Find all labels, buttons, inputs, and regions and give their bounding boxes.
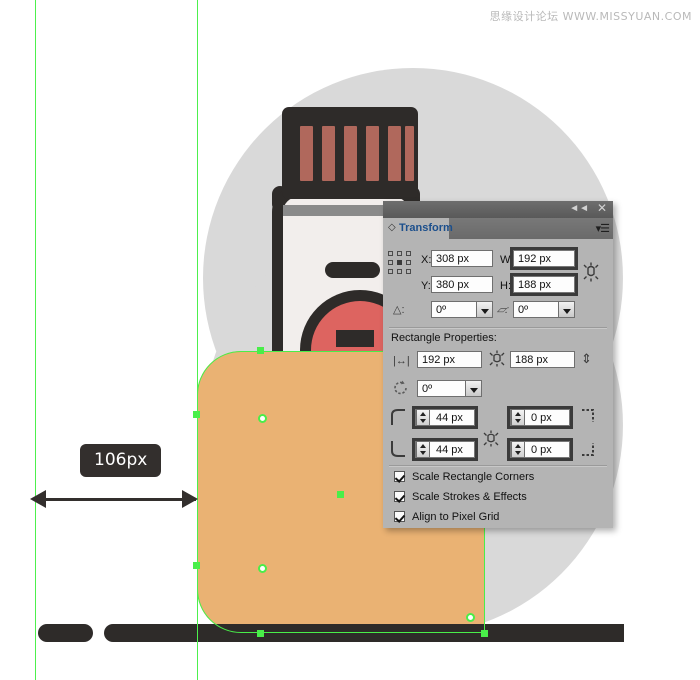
link-corner-radii-icon[interactable] [482, 429, 500, 449]
checkbox-align-to-pixel-grid[interactable] [394, 511, 405, 522]
measurement-line [36, 498, 196, 501]
w-input[interactable]: 192 px [513, 250, 575, 267]
cap-slot [300, 126, 313, 181]
rectangle-properties-title: Rectangle Properties: [391, 332, 497, 344]
h-input[interactable]: 188 px [513, 276, 575, 293]
selection-anchor-top[interactable] [257, 347, 264, 354]
transform-panel-body: X: 308 px W: 192 px Y: 380 px H: 188 px [383, 239, 613, 528]
shear-angle-value: 0º [518, 304, 529, 316]
corner-radius-top-left-stepper[interactable] [416, 409, 430, 426]
rect-width-icon: |↔| [393, 355, 410, 367]
transform-panel[interactable]: ◄◄ ✕ ◇ Transform ▾☰ X: 308 px W: 192 px … [383, 201, 613, 528]
label-scale-rectangle-corners: Scale Rectangle Corners [412, 471, 535, 483]
measurement-label: 106px [80, 444, 162, 477]
arrow-head-right-icon [182, 490, 198, 508]
corner-radius-widget-bottom-right[interactable] [466, 613, 475, 622]
arrow-head-left-icon [30, 490, 46, 508]
guide-vertical-left[interactable] [35, 0, 36, 680]
rotate-angle-input[interactable]: 0º [431, 301, 493, 318]
cap-slot [344, 126, 357, 181]
selection-center-point[interactable] [337, 491, 344, 498]
tab-transform[interactable]: ◇ Transform [383, 218, 453, 239]
corner-radius-bottom-right-stepper[interactable] [511, 441, 525, 458]
corner-top-left-icon [389, 407, 409, 427]
checkbox-scale-rectangle-corners[interactable] [394, 471, 405, 482]
rect-height-icon: ⇕ [581, 351, 592, 366]
reference-point-grid-icon[interactable] [388, 251, 414, 277]
panel-title-bar[interactable]: ◄◄ ✕ [383, 201, 613, 219]
x-label: X: [421, 254, 432, 266]
watermark-text: 思缘设计论坛 WWW.MISSYUAN.COM [489, 10, 692, 23]
shear-angle-icon: ▱: [495, 304, 510, 316]
collapse-panel-icon[interactable]: ◄◄ [569, 203, 589, 214]
corner-radius-widget-top-left[interactable] [258, 414, 267, 423]
corner-top-right-icon [579, 407, 599, 427]
rect-link-icon[interactable] [488, 349, 506, 369]
cap-slot [366, 126, 379, 181]
rect-rotate-caret-icon[interactable] [465, 380, 482, 397]
tab-transform-label: Transform [399, 222, 453, 234]
corner-bottom-right-icon [579, 439, 599, 459]
bottle-cap-shape [282, 107, 418, 199]
ground-bar-long [104, 624, 624, 642]
corner-radius-top-right-stepper[interactable] [511, 409, 525, 426]
checkbox-scale-strokes-effects[interactable] [394, 491, 405, 502]
rotate-angle-value: 0º [436, 304, 447, 316]
h-label: H: [500, 280, 511, 292]
bottle-dash-mark [325, 262, 380, 278]
bottle-label-bar-top [336, 330, 374, 347]
label-scale-strokes-effects: Scale Strokes & Effects [412, 491, 527, 503]
rect-rotate-input[interactable]: 0º [417, 380, 482, 397]
rotate-angle-caret-icon[interactable] [476, 301, 493, 318]
rect-rotate-value: 0º [422, 383, 433, 395]
panel-menu-icon[interactable]: ▾☰ [596, 222, 610, 235]
close-icon[interactable]: ✕ [597, 202, 607, 214]
rotate-angle-icon: △: [393, 304, 405, 316]
corner-radius-bottom-left-stepper[interactable] [416, 441, 430, 458]
selection-anchor-bottom[interactable] [257, 630, 264, 637]
label-align-to-pixel-grid: Align to Pixel Grid [412, 511, 500, 523]
y-label: Y: [421, 280, 431, 292]
panel-tab-row[interactable]: ◇ Transform ▾☰ [383, 218, 613, 239]
cap-slot [388, 126, 401, 181]
y-input[interactable]: 380 px [431, 276, 493, 293]
cap-slot [322, 126, 335, 181]
corner-radius-widget-bottom-left[interactable] [258, 564, 267, 573]
panel-dock-icon: ◇ [388, 222, 396, 233]
constrain-proportions-icon[interactable] [581, 261, 601, 283]
corner-bottom-left-icon [389, 439, 409, 459]
rect-width-input[interactable]: 192 px [417, 351, 482, 368]
shear-angle-input[interactable]: 0º [513, 301, 575, 318]
x-input[interactable]: 308 px [431, 250, 493, 267]
guide-vertical-right[interactable] [197, 0, 198, 680]
ground-bar-small [38, 624, 93, 642]
divider [389, 327, 607, 329]
screenshot-canvas: 106px ◄◄ ✕ ◇ Transform ▾☰ X: 308 px W: 1… [0, 0, 700, 680]
rect-rotate-icon [392, 379, 410, 397]
cap-slot [405, 126, 414, 181]
w-label: W: [500, 254, 514, 266]
shear-angle-caret-icon[interactable] [558, 301, 575, 318]
divider-lower [389, 465, 607, 467]
selection-anchor-bottom-right[interactable] [481, 630, 488, 637]
rect-height-input[interactable]: 188 px [510, 351, 575, 368]
